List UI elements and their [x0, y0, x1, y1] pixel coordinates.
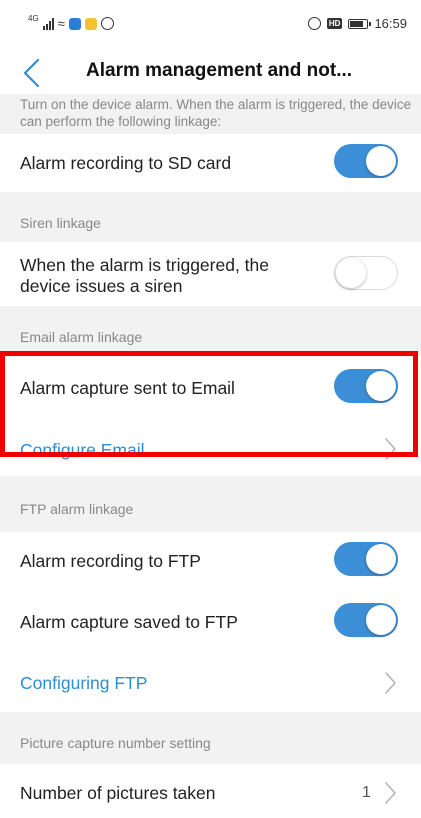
chevron-right-icon	[385, 438, 396, 460]
picture-section-label: Picture capture number setting	[20, 735, 211, 751]
pictures-count-value: 1	[362, 784, 371, 801]
alarm-clock-icon	[307, 17, 321, 30]
siren-section-label: Siren linkage	[20, 215, 101, 231]
email-section-header: Email alarm linkage	[0, 306, 421, 356]
siren-row: When the alarm is triggered, the device …	[0, 242, 421, 306]
ftp-section-header: FTP alarm linkage	[0, 476, 421, 532]
status-bar: 4G ≈ HD 16:59	[0, 0, 421, 52]
alarm-description: Turn on the device alarm. When the alarm…	[20, 97, 412, 129]
ftp-recording-row: Alarm recording to FTP	[0, 532, 421, 592]
chevron-right-icon	[385, 672, 396, 694]
toggle-knob	[366, 146, 396, 176]
ftp-capture-row: Alarm capture saved to FTP	[0, 592, 421, 654]
nav-bar: Alarm management and not...	[0, 52, 421, 94]
configure-email-link[interactable]: Configure Email	[20, 440, 145, 461]
configure-ftp-link[interactable]: Configuring FTP	[20, 673, 147, 694]
ftp-recording-label: Alarm recording to FTP	[20, 551, 201, 571]
siren-section-header: Siren linkage	[0, 192, 421, 242]
wifi-icon: ≈	[57, 16, 65, 31]
network-type-label: 4G	[28, 14, 39, 23]
alarm-description-panel: Turn on the device alarm. When the alarm…	[0, 94, 421, 134]
app-notification-icon-2	[84, 17, 97, 30]
picture-section-header: Picture capture number setting	[0, 712, 421, 764]
app-notification-icon	[68, 17, 81, 30]
page-title: Alarm management and not...	[86, 60, 353, 81]
siren-toggle[interactable]	[334, 256, 398, 290]
pictures-count-label: Number of pictures taken	[20, 783, 216, 803]
email-capture-label: Alarm capture sent to Email	[20, 378, 235, 398]
siren-label-line1: When the alarm is triggered, the	[20, 255, 270, 275]
configure-email-row[interactable]: Configure Email	[0, 416, 421, 476]
sd-recording-toggle[interactable]	[334, 144, 398, 178]
ftp-capture-toggle[interactable]	[334, 603, 398, 637]
back-button[interactable]	[20, 56, 44, 90]
toggle-knob	[336, 257, 366, 288]
toggle-knob	[366, 605, 396, 635]
clock-time: 16:59	[374, 16, 407, 31]
pictures-count-row[interactable]: Number of pictures taken 1	[0, 764, 421, 818]
sd-recording-label: Alarm recording to SD card	[20, 153, 232, 173]
ftp-section-label: FTP alarm linkage	[20, 501, 134, 517]
ftp-capture-label: Alarm capture saved to FTP	[20, 612, 238, 632]
email-section-label: Email alarm linkage	[20, 329, 143, 345]
toggle-knob	[366, 371, 396, 401]
battery-icon	[348, 18, 372, 29]
chevron-left-icon	[23, 58, 40, 88]
chevron-right-icon	[385, 782, 396, 804]
whatsapp-icon	[100, 17, 114, 30]
toggle-knob	[366, 544, 396, 574]
status-right-icons: HD 16:59	[307, 16, 407, 31]
sd-recording-row: Alarm recording to SD card	[0, 134, 421, 192]
ftp-recording-toggle[interactable]	[334, 542, 398, 576]
hd-badge: HD	[326, 18, 343, 29]
email-capture-row: Alarm capture sent to Email	[0, 356, 421, 416]
configure-ftp-row[interactable]: Configuring FTP	[0, 654, 421, 712]
status-left-icons: 4G ≈	[28, 14, 114, 31]
siren-label-line2: device issues a siren	[20, 276, 183, 296]
email-capture-toggle[interactable]	[334, 369, 398, 403]
signal-icon	[42, 17, 54, 30]
